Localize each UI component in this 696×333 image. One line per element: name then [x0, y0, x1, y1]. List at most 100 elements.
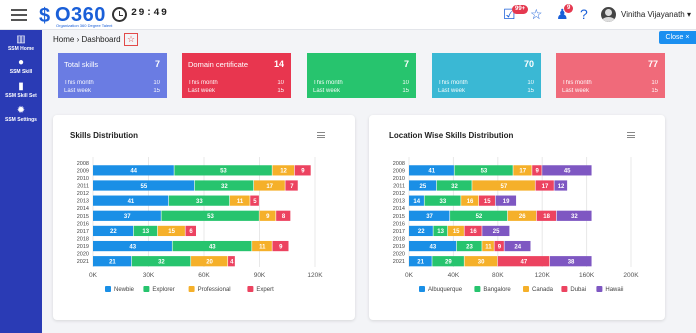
legend-label: Canada: [532, 287, 554, 293]
legend-swatch: [419, 286, 425, 292]
card-row-label: This month: [562, 80, 592, 86]
card-row-value: 10: [277, 80, 284, 86]
x-tick-label: 60K: [198, 272, 210, 279]
data-label: 15: [484, 199, 491, 205]
legend-swatch: [247, 286, 254, 292]
data-label: 22: [418, 229, 425, 235]
card-row-value: 10: [153, 80, 160, 86]
y-tick-label: 2019: [393, 244, 405, 250]
legend-swatch: [596, 286, 603, 292]
data-label: 17: [542, 184, 549, 190]
x-tick-label: 0K: [89, 272, 98, 279]
card-last-week: Last week 15: [188, 88, 284, 94]
card-row-value: 10: [651, 80, 658, 86]
legend-swatch: [188, 286, 195, 292]
data-label: 16: [467, 199, 474, 205]
data-label: 38: [568, 260, 575, 266]
chart-icon: ▥: [16, 34, 26, 45]
breadcrumb-separator: ›: [76, 35, 80, 44]
data-label: 37: [426, 214, 433, 220]
skills-distribution-panel: Skills Distribution 0K 30K 60K 90K 120K 2008 2…: [53, 115, 355, 320]
x-tick-label: 0K: [405, 272, 414, 279]
card-row-label: This month: [64, 80, 94, 86]
legend-label: Expert: [256, 287, 274, 293]
data-label: 33: [196, 199, 203, 205]
x-tick-label: 90K: [254, 272, 266, 279]
data-label: 13: [142, 229, 149, 235]
y-tick-label: 2017: [77, 229, 89, 235]
avatar-icon[interactable]: [601, 7, 616, 22]
y-tick-label: 2009: [393, 168, 405, 174]
data-label: 17: [519, 169, 526, 175]
data-label: 24: [514, 244, 521, 250]
card-row-label: Last week: [562, 88, 590, 94]
card-row-value: 15: [402, 88, 409, 94]
data-label: 21: [417, 260, 424, 266]
y-tick-label: 2021: [77, 259, 89, 265]
sidebar: ▥ SSM Home ● SSM Skill ▮ SSM Skill Set ✹…: [0, 30, 42, 333]
notification-badge: 99+: [512, 5, 529, 14]
star-icon[interactable]: ☆: [530, 6, 543, 22]
data-label: 33: [440, 199, 447, 205]
data-label: 43: [209, 244, 216, 250]
help-icon[interactable]: ?: [580, 6, 588, 22]
legend-label: Hawaii: [605, 287, 623, 293]
card-last-week: Last week 15: [313, 88, 409, 94]
card-title: Total skills: [64, 60, 99, 69]
legend-label: Newbie: [114, 287, 135, 293]
logo-subtitle: Organization 360 Degree Talent: [56, 23, 113, 28]
gear-icon: ✹: [16, 105, 26, 116]
data-label: 55: [141, 184, 148, 190]
y-tick-label: 2015: [393, 214, 405, 220]
data-label: 13: [437, 229, 444, 235]
y-tick-label: 2011: [393, 184, 405, 190]
data-label: 14: [413, 199, 420, 205]
location-skills-chart: 0K 40K 80K 120K 160K 200K 20082009 2010 20112012…: [393, 157, 639, 293]
card-last-week: Last week 15: [562, 88, 658, 94]
breadcrumb-home[interactable]: Home: [53, 35, 74, 44]
data-label: 29: [445, 260, 452, 266]
x-tick-label: 160K: [579, 272, 595, 279]
card-row-value: 15: [153, 88, 160, 94]
y-tick-label: 2008: [393, 161, 405, 167]
card-value: 70: [523, 59, 534, 69]
y-tick-label: 2009: [77, 168, 89, 174]
data-label: 19: [503, 199, 510, 205]
legend-label: Dubai: [570, 287, 586, 293]
stat-card[interactable]: 70 This month 10 Last week 15: [432, 53, 541, 98]
sidebar-item-skill[interactable]: ● SSM Skill: [0, 57, 42, 75]
stat-card[interactable]: Domain certificate 14 This month 10 Last wee…: [182, 53, 291, 98]
cloud-icon: ●: [17, 57, 25, 68]
y-tick-label: 2013: [77, 199, 89, 205]
card-row-label: Last week: [313, 88, 341, 94]
y-tick-label: 2020: [393, 252, 405, 258]
favorite-star-icon[interactable]: ☆: [124, 33, 138, 46]
card-row-label: This month: [313, 80, 343, 86]
data-label: 47: [521, 260, 528, 266]
stat-card[interactable]: 77 This month 10 Last week 15: [556, 53, 665, 98]
data-label: 53: [207, 214, 214, 220]
y-tick-label: 2019: [77, 244, 89, 250]
clock-icon: [112, 7, 127, 22]
sidebar-item-settings[interactable]: ✹ SSM Settings: [0, 105, 42, 123]
y-tick-label: 2010: [393, 176, 405, 182]
data-label: 53: [220, 169, 227, 175]
user-menu[interactable]: Vinitha Vijayanath ▾: [621, 10, 691, 19]
y-tick-label: 2014: [77, 206, 89, 212]
card-row-label: This month: [438, 80, 468, 86]
card-value: 7: [403, 59, 409, 69]
sidebar-item-skill-set[interactable]: ▮ SSM Skill Set: [0, 81, 42, 99]
data-label: 32: [571, 214, 578, 220]
stat-card[interactable]: Total skills 7 This month 10 Last week 15: [58, 53, 167, 98]
sidebar-item-home[interactable]: ▥ SSM Home: [0, 34, 42, 52]
breadcrumb-current: Dashboard: [81, 35, 121, 44]
legend-swatch: [523, 286, 529, 292]
data-label: 18: [543, 214, 550, 220]
card-last-week: Last week 15: [64, 88, 160, 94]
y-tick-label: 2012: [77, 191, 89, 197]
menu-icon[interactable]: [11, 9, 27, 24]
stat-card[interactable]: 7 This month 10 Last week 15: [307, 53, 416, 98]
legend-swatch: [561, 286, 568, 292]
data-label: 23: [466, 244, 473, 250]
close-button[interactable]: Close ×: [659, 31, 696, 44]
